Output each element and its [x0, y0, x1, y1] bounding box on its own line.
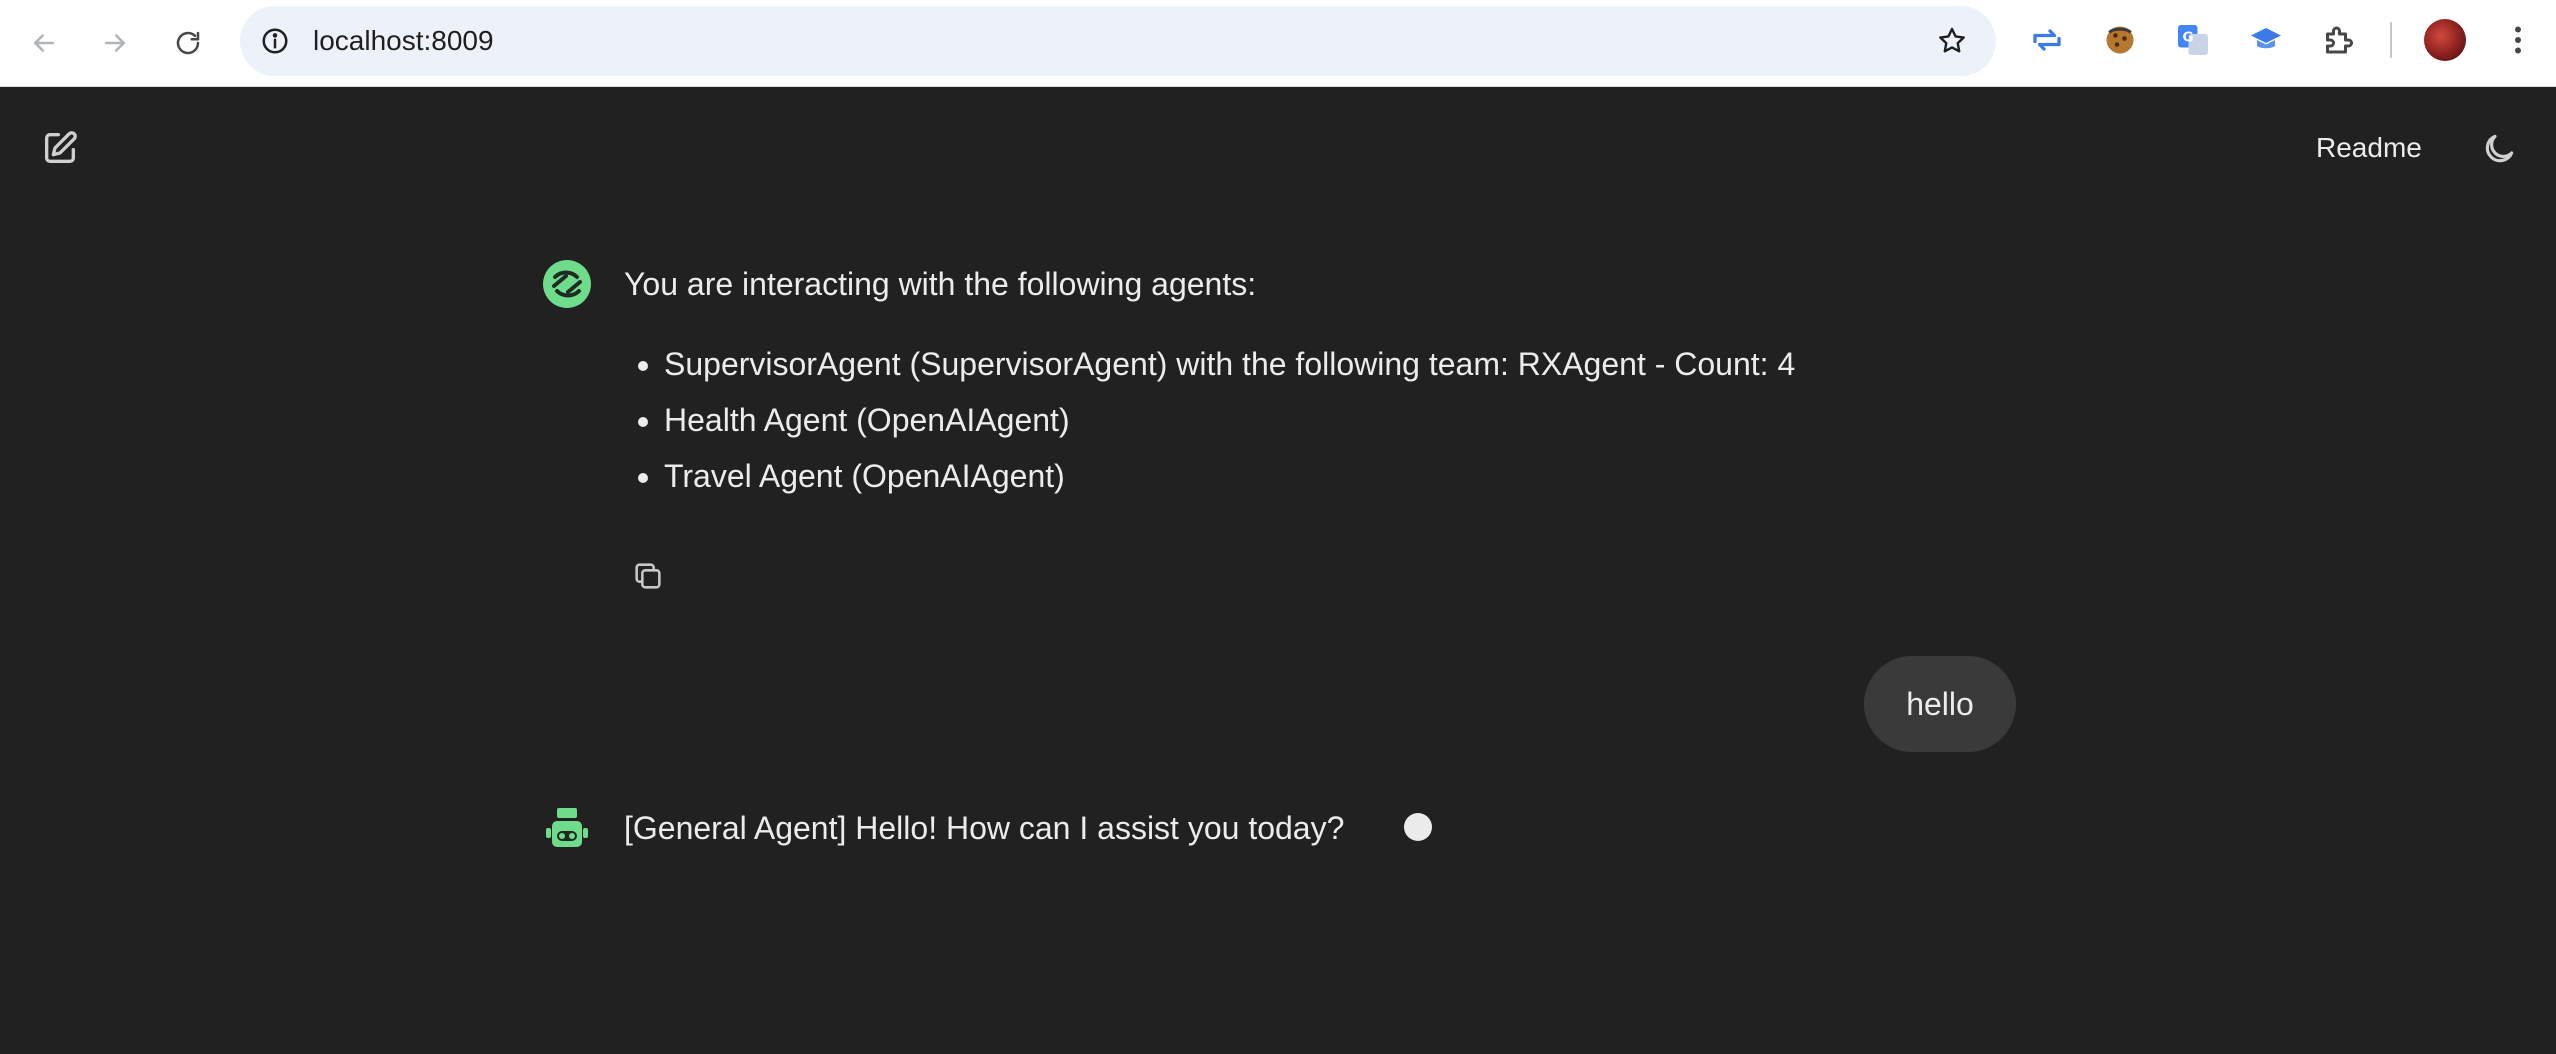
star-icon[interactable] [1936, 25, 1968, 57]
extensions-button[interactable] [2318, 20, 2358, 60]
profile-avatar[interactable] [2424, 19, 2466, 61]
new-chat-button[interactable] [34, 122, 86, 174]
typing-indicator [1404, 813, 1432, 841]
info-icon[interactable] [260, 26, 290, 56]
user-message-bubble: hello [1864, 656, 2016, 752]
robot-icon [546, 808, 588, 847]
agent-list: SupervisorAgent (SupervisorAgent) with t… [622, 336, 1795, 504]
list-item: Travel Agent (OpenAIAgent) [664, 448, 1795, 504]
theme-toggle-button[interactable] [2474, 124, 2524, 174]
arrow-right-icon [105, 34, 125, 52]
puzzle-piece-icon [2326, 26, 2353, 54]
back-button[interactable] [20, 19, 68, 67]
readme-button[interactable]: Readme [2300, 120, 2438, 176]
arrow-left-icon [34, 34, 54, 52]
reload-icon [176, 31, 200, 55]
sync-arrows-icon [2033, 29, 2061, 51]
forward-button[interactable] [91, 19, 139, 67]
list-item: SupervisorAgent (SupervisorAgent) with t… [664, 336, 1795, 392]
app-header: Readme [0, 86, 2556, 210]
swirl-logo-icon [543, 260, 591, 308]
toolbar-separator [2390, 22, 2392, 58]
address-bar[interactable]: localhost:8009 [240, 6, 1996, 76]
agent-reply-text: [General Agent] Hello! How can I assist … [624, 810, 1345, 846]
copy-icon [635, 563, 661, 589]
browser-toolbar: localhost:8009 G [0, 0, 2556, 87]
url-text[interactable]: localhost:8009 [313, 6, 494, 76]
extension-graduation-icon[interactable] [2246, 20, 2286, 60]
more-vert-icon[interactable] [2500, 20, 2536, 60]
copy-button[interactable] [624, 552, 672, 600]
graduation-cap-icon [2251, 28, 2281, 49]
extension-translate-icon[interactable]: G [2173, 20, 2213, 60]
extension-cookie-icon[interactable] [2100, 20, 2140, 60]
intro-text: You are interacting with the following a… [624, 266, 1257, 302]
extension-sync-icon[interactable] [2027, 20, 2067, 60]
pencil-square-icon [45, 131, 77, 163]
list-item: Health Agent (OpenAIAgent) [664, 392, 1795, 448]
svg-text:G: G [2183, 30, 2194, 46]
cookie-icon [2106, 26, 2134, 54]
moon-icon [2485, 134, 2514, 163]
reload-button[interactable] [164, 19, 212, 67]
translate-icon: G [2178, 25, 2208, 55]
